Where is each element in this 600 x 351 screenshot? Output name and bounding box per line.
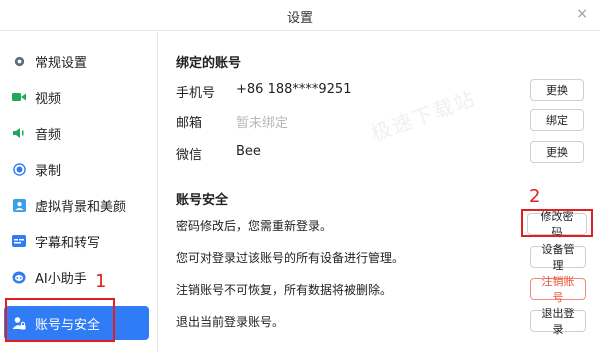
logout-description: 退出当前登录账号。 xyxy=(176,315,285,329)
annotation-box-2 xyxy=(521,209,593,237)
annotation-number-1: 1 xyxy=(95,271,107,292)
device-management-description: 您可对登录过该账号的所有设备进行管理。 xyxy=(176,251,405,265)
change-phone-button[interactable]: 更换 xyxy=(530,79,584,101)
sidebar-item-label: 音频 xyxy=(35,127,62,143)
gear-icon xyxy=(12,54,26,68)
device-management-button[interactable]: 设备管理 xyxy=(530,243,586,272)
record-icon xyxy=(12,162,26,176)
sidebar-item-label: 字幕和转写 xyxy=(35,235,101,251)
sidebar-item-video[interactable]: 视频 xyxy=(4,80,149,114)
sidebar-item-captions[interactable]: 字幕和转写 xyxy=(4,224,149,258)
sidebar-item-label: AI小助手 xyxy=(35,271,87,287)
password-description: 密码修改后，您需重新登录。 xyxy=(176,219,333,233)
bind-email-button[interactable]: 绑定 xyxy=(530,109,584,131)
sidebar-item-audio[interactable]: 音频 xyxy=(4,116,149,150)
sidebar-item-label: 录制 xyxy=(35,163,62,179)
sidebar-item-virtual-background[interactable]: 虚拟背景和美颜 xyxy=(4,188,149,222)
sidebar-item-label: 常规设置 xyxy=(35,55,88,71)
email-value: 暂未绑定 xyxy=(236,116,289,131)
annotation-box-1 xyxy=(5,298,115,342)
logout-button[interactable]: 退出登录 xyxy=(530,307,586,336)
sidebar-item-general[interactable]: 常规设置 xyxy=(4,44,149,78)
speaker-icon xyxy=(12,126,26,140)
close-icon[interactable]: × xyxy=(576,6,588,22)
sidebar-item-recording[interactable]: 录制 xyxy=(4,152,149,186)
video-icon xyxy=(12,90,26,104)
change-wechat-button[interactable]: 更换 xyxy=(530,141,584,163)
delete-account-button[interactable]: 注销账号 xyxy=(530,275,586,304)
account-security-title: 账号安全 xyxy=(176,193,229,208)
title-bar: 设置 × xyxy=(0,0,600,31)
delete-account-description: 注销账号不可恢复，所有数据将被删除。 xyxy=(176,283,393,297)
sidebar-item-label: 虚拟背景和美颜 xyxy=(35,199,127,215)
bound-accounts-title: 绑定的账号 xyxy=(176,56,242,71)
wechat-label: 微信 xyxy=(176,148,203,163)
annotation-number-2: 2 xyxy=(529,186,541,207)
sidebar-item-ai-assistant[interactable]: AI小助手 xyxy=(4,260,149,294)
phone-value: +86 188****9251 xyxy=(236,82,352,97)
window-title: 设置 xyxy=(286,11,313,26)
sidebar-item-label: 视频 xyxy=(35,91,62,107)
portrait-icon xyxy=(12,198,26,212)
watermark: 极速下载站 xyxy=(367,85,480,146)
ai-assistant-icon xyxy=(12,270,26,284)
caption-icon xyxy=(12,234,26,248)
email-label: 邮箱 xyxy=(176,116,203,131)
phone-label: 手机号 xyxy=(176,86,216,101)
wechat-value: Bee xyxy=(236,144,261,159)
